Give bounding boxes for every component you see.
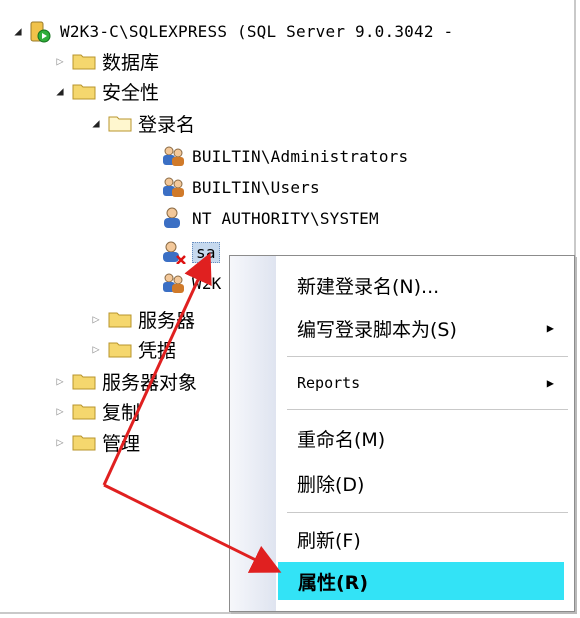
credentials-label: 凭据 [138, 339, 177, 362]
expand-triangle-icon[interactable]: ▷ [52, 434, 68, 450]
object-explorer-panel: ◢ W2K3-C\SQLEXPRESS (SQL Server 9.0.3042… [0, 0, 576, 614]
server-node-label: W2K3-C\SQLEXPRESS (SQL Server 9.0.3042 - [60, 21, 454, 41]
tree-node-server-roles[interactable]: ▷ 服务器 [88, 304, 195, 334]
login-label: NT AUTHORITY\SYSTEM [192, 208, 379, 228]
collapse-triangle-icon[interactable]: ◢ [88, 115, 104, 131]
group-users-icon [160, 175, 186, 199]
folder-icon [108, 114, 132, 132]
menu-item-delete[interactable]: 删除(D) [277, 466, 564, 500]
collapse-triangle-icon[interactable]: ◢ [52, 83, 68, 99]
submenu-arrow-icon: ▶ [546, 321, 554, 335]
tree-node-server-objects[interactable]: ▷ 服务器对象 [52, 366, 197, 396]
menu-item-script-login[interactable]: 编写登录脚本为(S) ▶ [277, 311, 564, 345]
server-roles-label: 服务器 [138, 309, 196, 332]
expand-triangle-icon[interactable]: ▷ [52, 373, 68, 389]
tree-node-login[interactable]: BUILTIN\Users [160, 172, 320, 202]
menu-item-label: 编写登录脚本为(S) [297, 318, 457, 341]
folder-icon [108, 310, 132, 328]
management-label: 管理 [102, 432, 141, 455]
menu-item-refresh[interactable]: 刷新(F) [277, 522, 564, 556]
expand-triangle-icon[interactable]: ▷ [88, 311, 104, 327]
tree-node-server[interactable]: ◢ W2K3-C\SQLEXPRESS (SQL Server 9.0.3042… [10, 16, 453, 46]
menu-item-new-login[interactable]: 新建登录名(N)... [277, 268, 564, 302]
login-label: BUILTIN\Administrators [192, 146, 409, 166]
menu-item-label: 删除(D) [297, 473, 365, 496]
login-label: W2K [192, 273, 222, 293]
menu-item-label: 属性(R) [298, 571, 368, 594]
tree-node-credentials[interactable]: ▷ 凭据 [88, 334, 176, 364]
tree-node-replication[interactable]: ▷ 复制 [52, 396, 140, 426]
menu-item-label: 重命名(M) [297, 428, 386, 451]
expand-triangle-icon[interactable]: ▷ [52, 53, 68, 69]
menu-item-rename[interactable]: 重命名(M) [277, 421, 564, 455]
submenu-arrow-icon: ▶ [546, 376, 554, 390]
menu-separator [287, 409, 568, 410]
menu-separator [287, 356, 568, 357]
folder-icon [72, 372, 96, 390]
tree-node-management[interactable]: ▷ 管理 [52, 427, 140, 457]
collapse-triangle-icon[interactable]: ◢ [10, 23, 26, 39]
menu-item-reports[interactable]: Reports ▶ [277, 366, 564, 400]
tree-node-security[interactable]: ◢ 安全性 [52, 76, 159, 106]
menu-item-label: 刷新(F) [297, 529, 361, 552]
group-users-icon [160, 144, 186, 168]
folder-icon [72, 402, 96, 420]
server-objects-label: 服务器对象 [102, 371, 198, 394]
logins-label: 登录名 [138, 113, 196, 136]
folder-icon [72, 433, 96, 451]
databases-label: 数据库 [102, 51, 160, 74]
tree-node-logins[interactable]: ◢ 登录名 [88, 108, 195, 138]
user-icon [160, 206, 186, 230]
tree-node-databases[interactable]: ▷ 数据库 [52, 46, 159, 76]
tree-node-login[interactable]: NT AUTHORITY\SYSTEM [160, 203, 379, 233]
security-label: 安全性 [102, 81, 160, 104]
menu-icon-strip [230, 256, 276, 611]
context-menu: 新建登录名(N)... 编写登录脚本为(S) ▶ Reports ▶ 重命名(M… [229, 255, 575, 612]
login-label: BUILTIN\Users [192, 177, 320, 197]
folder-icon [72, 82, 96, 100]
expand-triangle-icon[interactable]: ▷ [88, 341, 104, 357]
tree-node-login-sa[interactable]: sa [160, 237, 220, 267]
group-users-icon [160, 271, 186, 295]
tree-node-login[interactable]: BUILTIN\Administrators [160, 141, 408, 171]
folder-icon [72, 52, 96, 70]
menu-item-label: 新建登录名(N)... [297, 275, 440, 298]
menu-item-label: Reports [297, 374, 361, 392]
tree-node-login[interactable]: W2K [160, 268, 222, 298]
user-icon [160, 240, 186, 265]
login-label-selected: sa [192, 241, 220, 263]
menu-separator [287, 512, 568, 513]
expand-triangle-icon[interactable]: ▷ [52, 403, 68, 419]
folder-icon [108, 340, 132, 358]
menu-item-properties[interactable]: 属性(R) [278, 562, 564, 600]
replication-label: 复制 [102, 401, 141, 424]
server-icon [26, 19, 54, 43]
